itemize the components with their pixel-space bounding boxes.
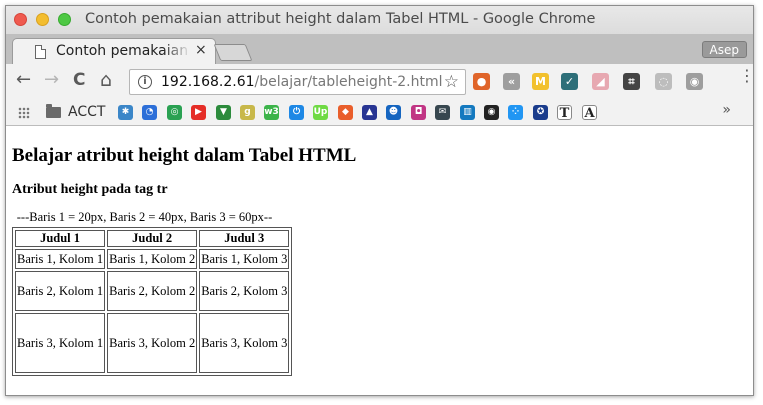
bookmark-folder-acct[interactable]: ACCT [68, 104, 105, 120]
power-icon[interactable]: ⏻ [289, 105, 304, 120]
table-cell: Baris 3, Kolom 2 [107, 313, 198, 373]
tab-strip: Contoh pemakaian attribut height dalam T… [6, 34, 753, 65]
browser-window: Contoh pemakaian attribut height dalam T… [5, 5, 754, 396]
cube-icon[interactable]: ◆ [338, 105, 353, 120]
address-bar[interactable]: i 192.168.2.61/belajar/tableheight-2.htm… [129, 69, 466, 95]
table-cell: Baris 2, Kolom 2 [107, 271, 198, 311]
back-circle-icon[interactable]: « [503, 73, 520, 90]
url-host: 192.168.2.61 [161, 74, 255, 90]
checkmark-extension-icon[interactable]: ✓ [561, 73, 578, 90]
table-cell: Baris 3, Kolom 3 [199, 313, 290, 373]
demo-table: Judul 1 Judul 2 Judul 3 Baris 1, Kolom 1… [12, 227, 293, 376]
t-icon[interactable]: T [557, 105, 572, 121]
record-icon[interactable]: ◉ [484, 105, 499, 120]
spinner-icon[interactable]: ◔ [142, 105, 157, 120]
a-icon[interactable]: A [582, 105, 597, 121]
eraser-icon[interactable]: ◢ [592, 73, 609, 90]
apps-grid-icon[interactable] [18, 107, 30, 119]
upwork-icon[interactable]: Up [313, 105, 328, 120]
title-bar: Contoh pemakaian attribut height dalam T… [6, 6, 753, 34]
url-text[interactable]: 192.168.2.61/belajar/tableheight-2.html [161, 74, 443, 90]
back-button[interactable]: ← [16, 70, 31, 90]
table-header-cell: Judul 2 [107, 230, 198, 247]
camera-icon[interactable]: ◉ [686, 73, 703, 90]
window-title: Contoh pemakaian attribut height dalam T… [85, 11, 596, 27]
forward-button[interactable]: → [44, 70, 59, 90]
folder-icon[interactable] [46, 104, 61, 118]
face-icon[interactable]: ☻ [386, 105, 401, 120]
table-header-row: Judul 1 Judul 2 Judul 3 [15, 230, 290, 247]
snowflake-icon[interactable]: ✱ [118, 105, 133, 120]
page-icon [35, 45, 46, 59]
page-content: Belajar atribut height dalam Tabel HTML … [6, 127, 753, 395]
crop-icon[interactable]: ⌗ [623, 73, 640, 90]
table-row: Baris 3, Kolom 1 Baris 3, Kolom 2 Baris … [15, 313, 290, 373]
table-cell: Baris 1, Kolom 1 [15, 249, 106, 269]
new-tab-button[interactable] [213, 44, 253, 61]
close-window-button[interactable] [14, 13, 27, 26]
triangle-icon[interactable]: ▲ [362, 105, 377, 120]
table-row: Baris 2, Kolom 1 Baris 2, Kolom 2 Baris … [15, 271, 290, 311]
page-heading: Belajar atribut height dalam Tabel HTML [12, 145, 357, 166]
table-cell: Baris 1, Kolom 3 [199, 249, 290, 269]
table-cell: Baris 2, Kolom 1 [15, 271, 106, 311]
tab-title-fade [163, 41, 191, 61]
sync-icon[interactable]: ◌ [655, 73, 672, 90]
m-extension-icon[interactable]: M [532, 73, 549, 90]
table-cell: Baris 1, Kolom 2 [107, 249, 198, 269]
w3-icon[interactable]: w3 [264, 105, 279, 120]
chrome-icon[interactable]: ◎ [167, 105, 182, 120]
dots-icon[interactable]: ⁘ [508, 105, 523, 120]
ublock-icon[interactable]: ● [473, 73, 490, 90]
g-icon[interactable]: g [240, 105, 255, 120]
info-icon[interactable]: i [138, 75, 152, 89]
home-button[interactable]: ⌂ [100, 70, 112, 90]
emblem-icon[interactable]: ✪ [533, 105, 548, 120]
table-cell: Baris 2, Kolom 3 [199, 271, 290, 311]
profile-button[interactable]: Asep [701, 41, 747, 58]
toolbar: ← → C ⌂ i 192.168.2.61/belajar/tableheig… [6, 64, 753, 99]
trello-icon[interactable]: ▥ [460, 105, 475, 120]
vfilter-icon[interactable]: ▼ [216, 105, 231, 120]
envelope-icon[interactable]: ✉ [435, 105, 450, 120]
reload-button[interactable]: C [73, 70, 85, 90]
bookmarks-bar: ACCT ✱ ◔ ◎ ▶ ▼ g w3 ⏻ Up ◆ ▲ ☻ ◘ ✉ ▥ ◉ ⁘ ✪ T A » [6, 99, 753, 126]
table-header-cell: Judul 3 [199, 230, 290, 247]
maximize-window-button[interactable] [58, 13, 71, 26]
more-bookmarks-icon[interactable]: » [722, 102, 731, 118]
minimize-window-button[interactable] [36, 13, 49, 26]
table-header-cell: Judul 1 [15, 230, 106, 247]
url-path: /belajar/tableheight-2.html [254, 74, 443, 90]
youtube-icon[interactable]: ▶ [191, 105, 206, 120]
close-tab-button[interactable]: × [195, 42, 207, 58]
instagram-icon[interactable]: ◘ [411, 105, 426, 120]
table-cell: Baris 3, Kolom 1 [15, 313, 106, 373]
page-subheading: Atribut height pada tag tr [12, 182, 168, 197]
table-caption: ---Baris 1 = 20px, Baris 2 = 40px, Baris… [16, 210, 273, 224]
table-row: Baris 1, Kolom 1 Baris 1, Kolom 2 Baris … [15, 249, 290, 269]
menu-icon[interactable]: ⋮ [739, 68, 753, 84]
bookmark-star-icon[interactable]: ☆ [444, 72, 459, 92]
tab-active[interactable]: Contoh pemakaian attribut height dalam T… [12, 38, 216, 65]
